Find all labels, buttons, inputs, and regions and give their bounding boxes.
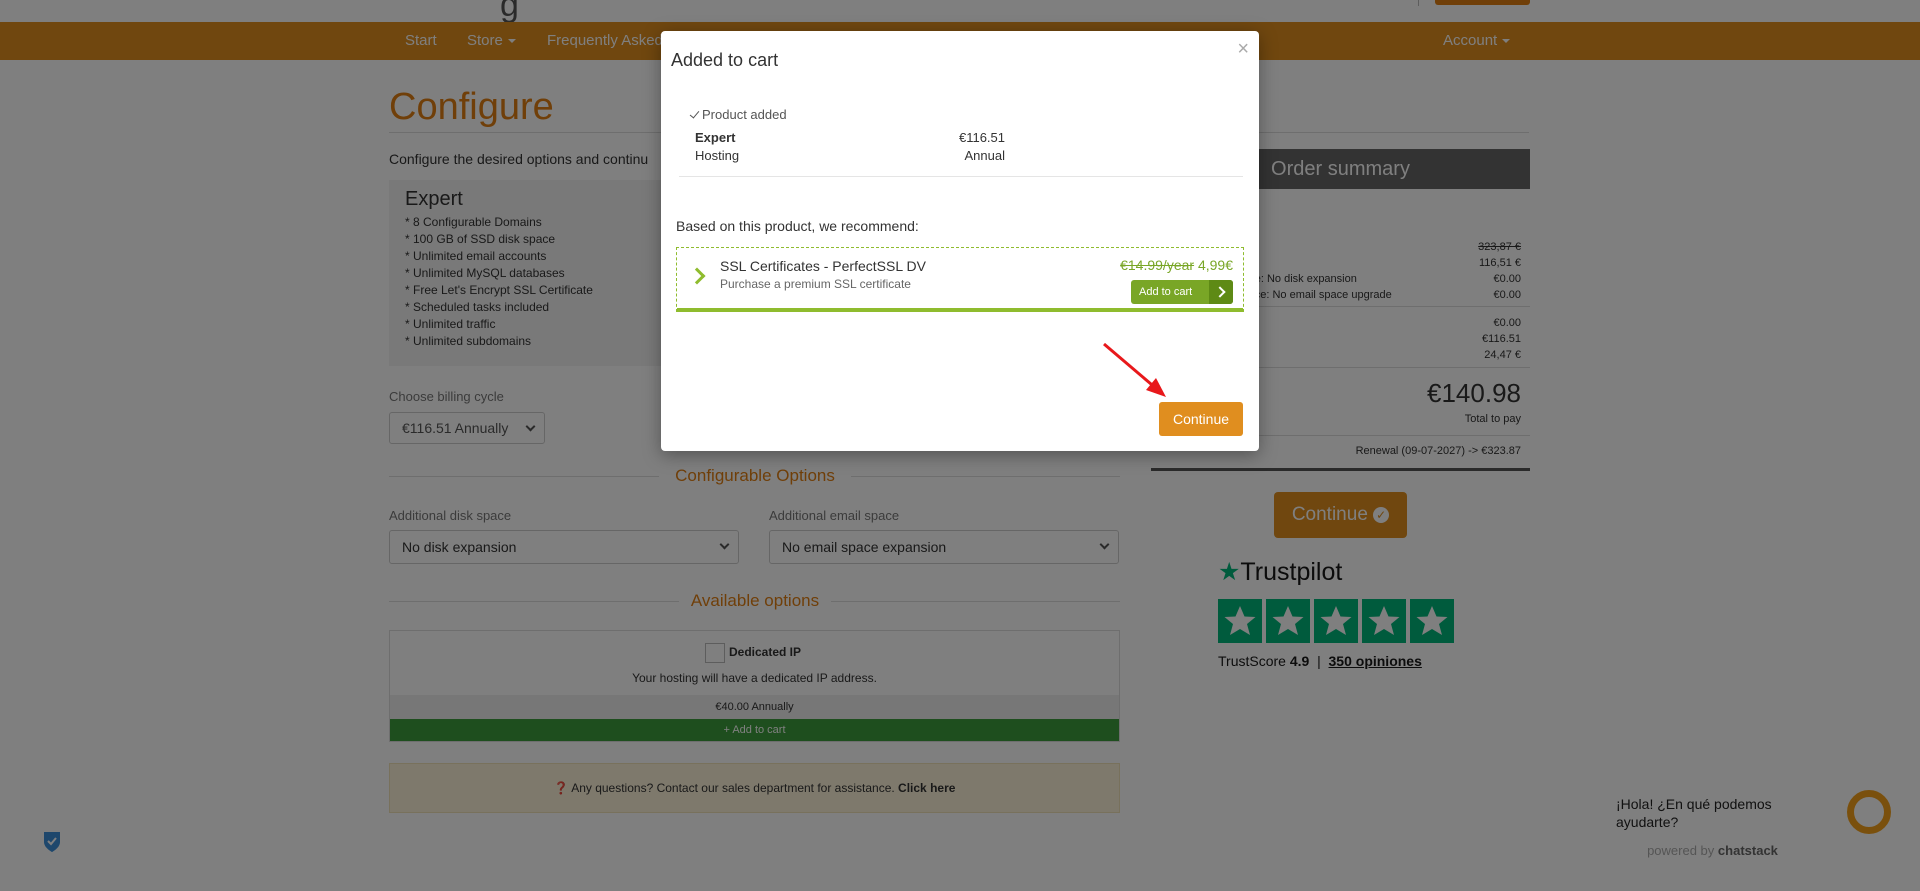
product-added-text: Product added bbox=[702, 107, 787, 122]
recommended-product[interactable]: SSL Certificates - PerfectSSL DV Purchas… bbox=[676, 247, 1244, 312]
added-item-value: €116.51 bbox=[958, 130, 1005, 145]
product-added-message: Product added bbox=[689, 107, 787, 122]
red-arrow-annotation bbox=[1103, 342, 1166, 397]
check-icon bbox=[689, 108, 700, 119]
added-item-value: Annual bbox=[964, 148, 1005, 163]
old-price: €14.99/year bbox=[1120, 257, 1195, 273]
recommended-add-to-cart-button[interactable]: Add to cart bbox=[1131, 280, 1233, 304]
recommended-product-name: SSL Certificates - PerfectSSL DV bbox=[720, 258, 926, 274]
added-item-row: Expert €116.51 bbox=[695, 130, 1005, 145]
new-price: 4,99€ bbox=[1197, 257, 1233, 273]
recommended-product-description: Purchase a premium SSL certificate bbox=[720, 277, 911, 291]
close-icon[interactable]: × bbox=[1237, 39, 1249, 59]
recommended-product-price: €14.99/year 4,99€ bbox=[1120, 257, 1233, 273]
added-item-label: Expert bbox=[695, 130, 736, 145]
modal-continue-button[interactable]: Continue bbox=[1159, 402, 1243, 436]
recommend-heading: Based on this product, we recommend: bbox=[676, 218, 919, 234]
chevron-right-icon[interactable] bbox=[688, 267, 706, 285]
added-item-row: Hosting Annual bbox=[695, 148, 1005, 163]
chevron-right-icon bbox=[1209, 280, 1233, 304]
added-item-label: Hosting bbox=[695, 148, 740, 163]
recommended-add-label: Add to cart bbox=[1139, 286, 1193, 298]
modal-divider bbox=[679, 176, 1243, 177]
modal-title: Added to cart bbox=[671, 50, 779, 70]
